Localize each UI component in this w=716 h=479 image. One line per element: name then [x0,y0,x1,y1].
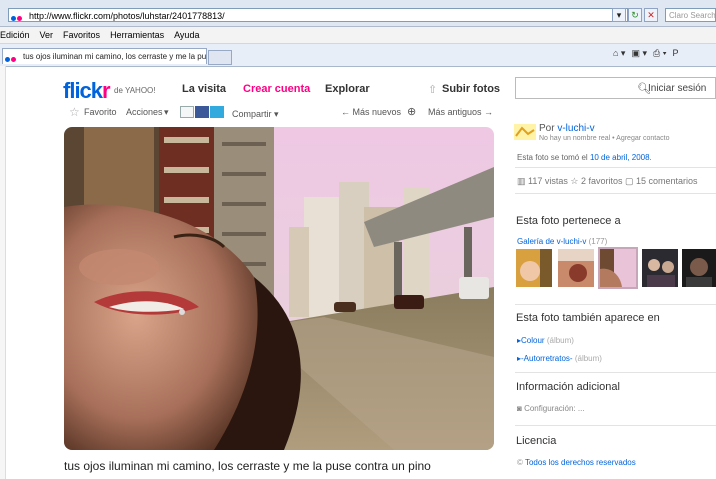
owner-by-line: Por v-luchi-v [539,123,595,134]
owner-subline[interactable]: No hay un nombre real • Agregar contacto [539,135,669,142]
address-controls: ▾ ↻ ✕ [612,8,660,22]
set-item-colour[interactable]: ▸Colour (álbum) [517,336,574,345]
copyright-icon: © [517,458,523,467]
browser-search-input[interactable]: Claro Search [665,8,716,22]
tab-favicon-icon [5,53,17,65]
license-link[interactable]: © Todos los derechos reservados [517,458,636,467]
stats-text: 117 vistas ☆ 2 favoritos ▢ 15 comentario… [528,176,698,186]
chevron-down-icon[interactable]: ▾ [164,103,169,121]
divider [515,167,716,168]
set-tag: (álbum) [574,354,602,363]
signin-link[interactable]: Iniciar sesión [648,83,706,94]
home-icon[interactable]: ⌂ ▾ [613,48,625,59]
share-menu[interactable]: Compartir ▾ [232,107,279,121]
menu-help[interactable]: Ayuda [174,27,199,43]
nav-signup-link[interactable]: Crear cuenta [243,83,310,95]
owner-avatar[interactable] [514,124,536,140]
views-icon: ▥ [517,176,526,186]
facebook-icon[interactable] [195,106,209,118]
tab-active[interactable]: tus ojos iluminan mi camino, los cerrast… [2,48,207,64]
dropdown-icon[interactable]: ▾ [612,8,626,22]
photo-stats: ▥ 117 vistas ☆ 2 favoritos ▢ 15 comentar… [517,176,698,187]
nav-explore-link[interactable]: Explorar [325,83,370,95]
license-heading: Licencia [516,435,557,447]
menu-favorites[interactable]: Favoritos [63,27,100,43]
photo-toolbar: ☆ Favorito Acciones ▾ Compartir ▾ ← Más … [64,103,494,121]
yahoo-sublogo: de YAHOO! [114,86,156,95]
nav-tour-link[interactable]: La visita [182,83,226,95]
flickr-favicon-icon [11,12,25,21]
belongs-heading: Esta foto pertenece a [516,215,621,227]
stop-icon[interactable]: ✕ [644,8,658,22]
page-menu[interactable]: P [672,48,678,58]
owner-link[interactable]: v-luchi-v [557,123,594,134]
email-icon[interactable] [180,106,194,118]
feeds-icon[interactable]: ▣ ▾ [631,48,647,59]
print-icon[interactable]: ⎙ ▾ [653,48,666,59]
also-appears-heading: Esta foto también aparece en [516,312,660,324]
set-tag: (álbum) [546,336,574,345]
browser-left-edge [0,66,6,479]
camera-config[interactable]: ◙ Configuración: ... [517,404,585,413]
menu-tools[interactable]: Herramientas [110,27,164,43]
refresh-icon[interactable]: ↻ [628,8,642,22]
gallery-count: (177) [588,237,608,246]
gallery-name: Galería de v-luchi-v [517,237,587,246]
menu-edit[interactable]: Edición [0,27,30,43]
command-bar: ⌂ ▾ ▣ ▾ ⎙ ▾ P [613,48,685,64]
camera-icon: ◙ [517,404,522,413]
main-photo[interactable] [64,127,494,450]
divider [515,425,716,426]
gallery-thumbnail-current[interactable] [598,247,638,289]
gallery-thumbnail[interactable] [558,249,594,287]
actions-menu[interactable]: Acciones [126,103,163,121]
set-name: -Autorretratos- [521,354,573,363]
gallery-thumbnail[interactable] [642,249,678,287]
taken-prefix: Esta foto se tomó el [517,153,588,162]
gallery-link[interactable]: Galería de v-luchi-v (177) [517,237,607,246]
set-item-autorretratos[interactable]: ▸-Autorretratos- (álbum) [517,354,602,363]
menu-view[interactable]: Ver [40,27,54,43]
flickr-logo[interactable]: flickr [63,78,111,104]
newer-link[interactable]: ← Más nuevos [341,103,401,121]
logo-flick: flick [63,78,103,103]
favorite-button[interactable]: Favorito [84,103,117,121]
license-text: Todos los derechos reservados [524,458,636,467]
gallery-thumbnail[interactable] [516,249,552,287]
gallery-thumbnail[interactable] [682,249,716,287]
upload-icon: ⇧ [428,84,438,96]
share-icons [180,106,225,124]
url-input[interactable]: http://www.flickr.com/photos/luhstar/240… [8,8,628,22]
additional-info-heading: Información adicional [516,381,620,393]
star-icon[interactable]: ☆ [69,103,80,121]
menu-bar: Edición Ver Favoritos Herramientas Ayuda [0,27,716,44]
set-name: Colour [521,336,545,345]
twitter-icon[interactable] [210,106,224,118]
divider [515,304,716,305]
divider [515,193,716,194]
zoom-icon[interactable]: ⊕ [407,103,416,121]
taken-suffix: . [649,153,652,162]
by-label: Por [539,123,555,134]
divider [515,372,716,373]
older-link[interactable]: Más antiguos → [428,103,493,121]
config-text: Configuración: ... [524,404,585,413]
taken-date-link[interactable]: 10 de abril, 2008 [590,153,650,162]
share-label: Compartir [232,109,272,119]
photo-title: tus ojos iluminan mi camino, los cerrast… [64,459,431,473]
logo-r: r [102,78,111,103]
nav-upload-link[interactable]: Subir fotos [442,83,500,95]
new-tab-button[interactable] [208,50,232,65]
taken-date-line: Esta foto se tomó el 10 de abril, 2008. [517,153,652,162]
